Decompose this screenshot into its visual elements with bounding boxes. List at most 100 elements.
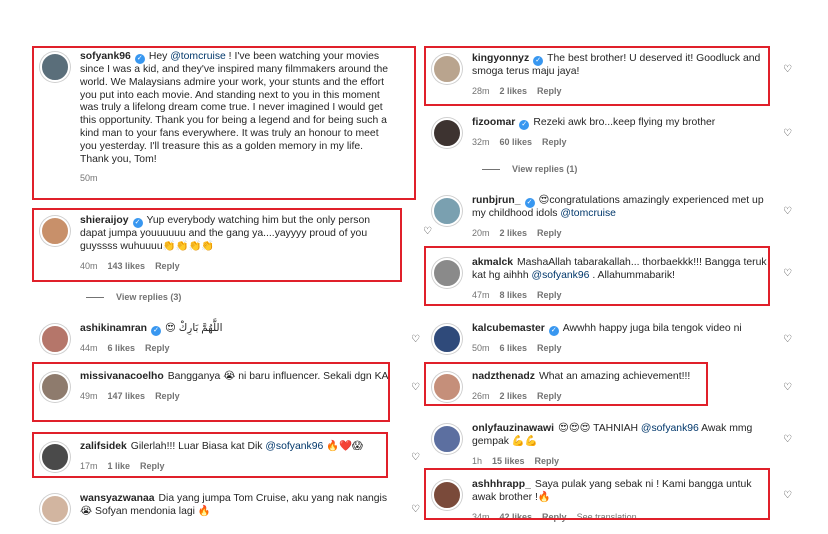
comment-text: 🔥❤️😱 — [323, 441, 363, 452]
timestamp: 17m — [80, 460, 98, 471]
heart-icon[interactable]: ♡ — [783, 490, 792, 501]
reply-button[interactable]: Reply — [155, 391, 180, 401]
timestamp: 47m — [472, 289, 490, 300]
heart-icon[interactable]: ♡ — [411, 504, 420, 515]
reply-button[interactable]: Reply — [537, 86, 562, 96]
username[interactable]: akmalck — [472, 257, 513, 268]
avatar[interactable] — [432, 424, 462, 454]
see-translation-link[interactable]: See translation — [577, 512, 637, 522]
mention-link[interactable]: @sofyank96 — [532, 270, 590, 281]
comment-text: ! I've been watching your movies since I… — [80, 51, 389, 165]
username[interactable]: kalcubemaster — [472, 323, 545, 334]
comment: zalifsidek Gilerlah!!! Luar Biasa kat Dik… — [30, 436, 420, 476]
reply-button[interactable]: Reply — [535, 456, 560, 466]
heart-icon[interactable]: ♡ — [783, 64, 792, 75]
timestamp: 32m — [472, 137, 490, 147]
timestamp: 49m — [80, 390, 98, 401]
mention-link[interactable]: @tomcruise — [170, 51, 226, 62]
verified-badge-icon: ✓ — [132, 218, 143, 228]
avatar[interactable] — [432, 258, 462, 288]
reply-button[interactable]: Reply — [155, 261, 180, 271]
avatar[interactable] — [40, 372, 70, 402]
verified-badge-icon: ✓ — [533, 56, 544, 66]
comment: ashikinamran ✓ 😍 اللَّهُمَّ بَارِكْ 44m 6 l… — [30, 318, 420, 358]
reply-button[interactable]: Reply — [542, 512, 567, 522]
mention-link[interactable]: @tomcruise — [560, 208, 616, 219]
timestamp: 1h — [472, 455, 483, 466]
verified-badge-icon: ✓ — [524, 198, 535, 208]
username[interactable]: nadzthenadz — [472, 371, 535, 382]
timestamp: 28m — [472, 85, 490, 96]
likes-count[interactable]: 2 likes — [500, 86, 528, 96]
likes-count[interactable]: 2 likes — [500, 391, 528, 401]
heart-icon[interactable]: ♡ — [783, 382, 792, 393]
comment-text: . Allahummabarik! — [589, 269, 675, 281]
reply-button[interactable]: Reply — [537, 391, 562, 401]
comment-text: Rezeki awk bro...keep flying my brother — [533, 117, 716, 128]
username[interactable]: runbjrun_ — [472, 195, 521, 206]
comment-text: Bangganya 😭 ni baru influencer. Sekali d… — [167, 371, 389, 382]
avatar[interactable] — [432, 118, 462, 148]
username[interactable]: onlyfauzinawawi — [472, 423, 554, 434]
likes-count[interactable]: 1 like — [108, 461, 131, 471]
avatar[interactable] — [432, 54, 462, 84]
username[interactable]: wansyazwanaa — [80, 493, 155, 504]
likes-count[interactable]: 60 likes — [500, 137, 533, 147]
heart-icon[interactable]: ♡ — [783, 434, 792, 445]
heart-icon[interactable]: ♡ — [783, 206, 792, 217]
reply-button[interactable]: Reply — [537, 290, 562, 300]
likes-count[interactable]: 2 likes — [500, 228, 528, 238]
username[interactable]: ashhhrapp_ — [472, 479, 531, 490]
comment: kingyonnyz ✓ The best brother! U deserved … — [422, 48, 802, 102]
likes-count[interactable]: 147 likes — [108, 391, 146, 401]
mention-link[interactable]: @sofyank96 — [265, 441, 323, 452]
comment-text: 😍😍😍 TAHNIAH — [557, 423, 641, 434]
avatar[interactable] — [432, 324, 462, 354]
avatar[interactable] — [432, 196, 462, 226]
view-replies-button[interactable]: View replies (3) — [86, 292, 181, 302]
comment: fizoomar ✓ Rezeki awk bro...keep flying my… — [422, 112, 802, 152]
avatar[interactable] — [40, 494, 70, 524]
avatar[interactable] — [432, 372, 462, 402]
heart-icon[interactable]: ♡ — [411, 382, 420, 393]
reply-button[interactable]: Reply — [145, 343, 170, 353]
heart-icon[interactable]: ♡ — [783, 128, 792, 139]
username[interactable]: ashikinamran — [80, 323, 147, 334]
reply-button[interactable]: Reply — [537, 228, 562, 238]
reply-button[interactable]: Reply — [542, 137, 567, 147]
likes-count[interactable]: 42 likes — [500, 512, 533, 522]
comment: akmalck MashaAllah tabarakallah... thorba… — [422, 252, 802, 304]
heart-icon[interactable]: ♡ — [411, 334, 420, 345]
verified-badge-icon: ✓ — [134, 54, 145, 64]
heart-icon[interactable]: ♡ — [783, 268, 792, 279]
username[interactable]: kingyonnyz — [472, 53, 529, 64]
likes-count[interactable]: 143 likes — [108, 261, 146, 271]
mention-link[interactable]: @sofyank96 — [641, 423, 699, 434]
timestamp: 26m — [472, 390, 490, 401]
timestamp: 50m — [80, 173, 98, 184]
reply-button[interactable]: Reply — [140, 461, 165, 471]
likes-count[interactable]: 6 likes — [500, 343, 528, 353]
comment-text: 😍 اللَّهُمَّ بَارِكْ — [165, 323, 223, 334]
username[interactable]: sofyank96 — [80, 51, 131, 62]
avatar[interactable] — [40, 442, 70, 472]
comment-text: What an amazing achievement!!! — [538, 371, 691, 382]
likes-count[interactable]: 6 likes — [108, 343, 136, 353]
comment: onlyfauzinawawi 😍😍😍 TAHNIAH @sofyank96 Aw… — [422, 418, 802, 468]
verified-badge-icon: ✓ — [151, 326, 161, 336]
avatar[interactable] — [432, 480, 462, 510]
avatar[interactable] — [40, 216, 70, 246]
username[interactable]: shieraijoy — [80, 215, 129, 226]
avatar[interactable] — [40, 52, 70, 82]
view-replies-button[interactable]: View replies (1) — [482, 164, 577, 174]
reply-button[interactable]: Reply — [537, 343, 562, 353]
username[interactable]: fizoomar — [472, 117, 515, 128]
username[interactable]: missivanacoelho — [80, 371, 164, 382]
heart-icon[interactable]: ♡ — [783, 334, 792, 345]
username[interactable]: zalifsidek — [80, 441, 127, 452]
comment: kalcubemaster ✓ Awwhh happy juga bila teng… — [422, 318, 802, 358]
likes-count[interactable]: 15 likes — [492, 456, 525, 466]
heart-icon[interactable]: ♡ — [411, 452, 420, 463]
avatar[interactable] — [40, 324, 70, 354]
likes-count[interactable]: 8 likes — [500, 290, 528, 300]
